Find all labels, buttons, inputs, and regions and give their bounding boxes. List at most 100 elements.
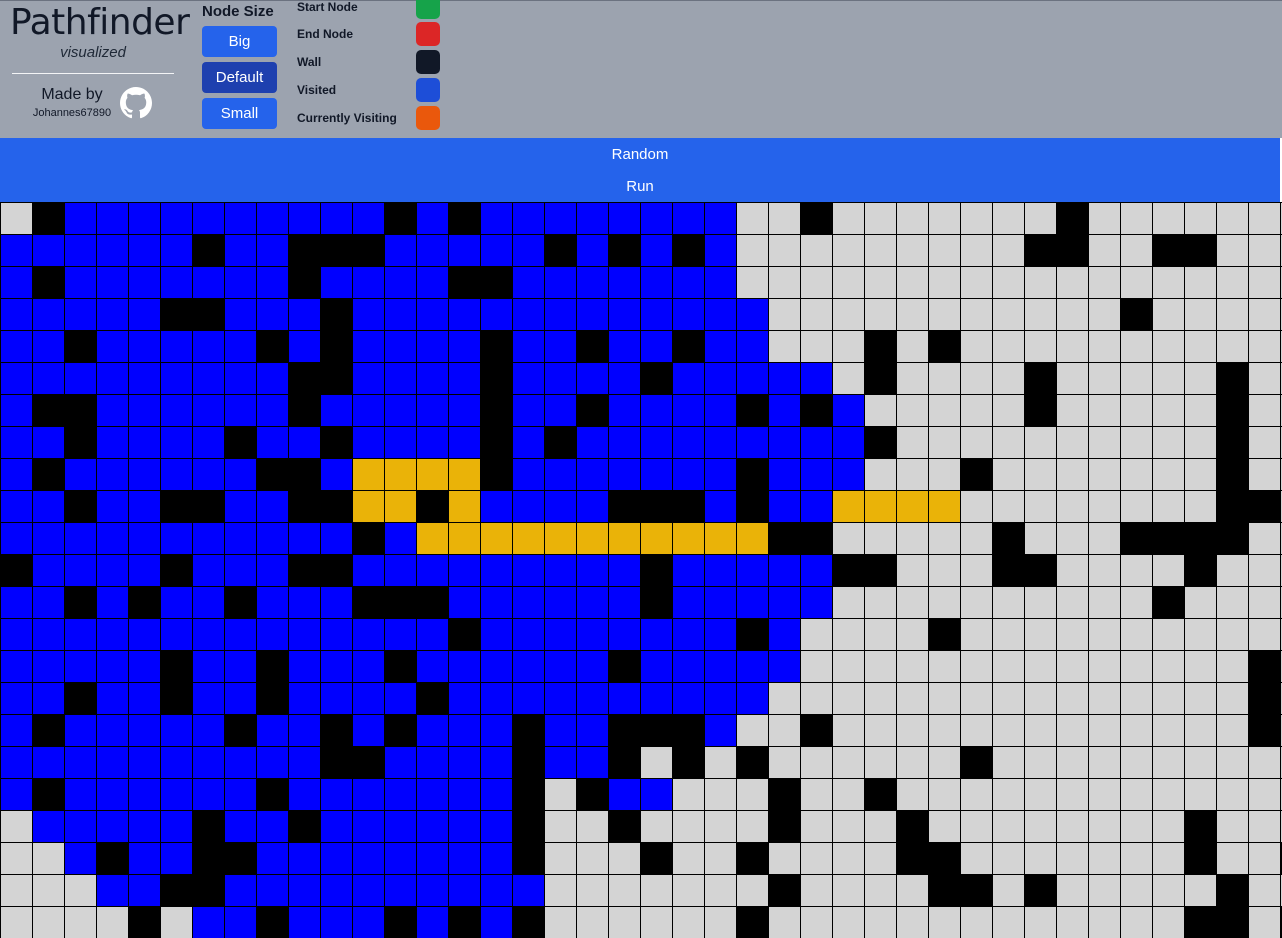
grid-cell-visited[interactable] xyxy=(449,651,480,682)
random-button[interactable]: Random xyxy=(0,138,1280,170)
grid-cell-wall[interactable] xyxy=(481,395,512,426)
grid-cell-empty[interactable] xyxy=(1025,299,1056,330)
grid-cell-empty[interactable] xyxy=(929,715,960,746)
grid-cell-empty[interactable] xyxy=(833,587,864,618)
grid-cell-empty[interactable] xyxy=(897,651,928,682)
grid-cell-visited[interactable] xyxy=(225,299,256,330)
grid-cell-visited[interactable] xyxy=(769,491,800,522)
grid-cell-wall[interactable] xyxy=(737,619,768,650)
grid-cell-visited[interactable] xyxy=(545,203,576,234)
grid-cell-path[interactable] xyxy=(449,491,480,522)
grid-cell-visited[interactable] xyxy=(65,747,96,778)
grid-cell-visited[interactable] xyxy=(1,267,32,298)
grid-cell-visited[interactable] xyxy=(97,555,128,586)
grid-cell-empty[interactable] xyxy=(897,459,928,490)
grid-cell-empty[interactable] xyxy=(1121,203,1152,234)
grid-cell-visited[interactable] xyxy=(193,203,224,234)
grid-cell-empty[interactable] xyxy=(545,875,576,906)
grid-cell-visited[interactable] xyxy=(1,683,32,714)
grid-cell-empty[interactable] xyxy=(1249,619,1280,650)
grid-cell-visited[interactable] xyxy=(97,587,128,618)
grid-cell-visited[interactable] xyxy=(161,747,192,778)
grid-cell-empty[interactable] xyxy=(1089,299,1120,330)
grid-cell-wall[interactable] xyxy=(1185,811,1216,842)
grid-cell-visited[interactable] xyxy=(257,395,288,426)
grid-cell-visited[interactable] xyxy=(481,715,512,746)
grid-cell-empty[interactable] xyxy=(801,811,832,842)
grid-cell-empty[interactable] xyxy=(1025,459,1056,490)
grid-cell-visited[interactable] xyxy=(673,619,704,650)
grid-cell-visited[interactable] xyxy=(769,619,800,650)
grid-cell-empty[interactable] xyxy=(705,811,736,842)
grid-cell-wall[interactable] xyxy=(65,683,96,714)
grid-cell-empty[interactable] xyxy=(801,779,832,810)
grid-cell-wall[interactable] xyxy=(737,907,768,938)
grid-cell-wall[interactable] xyxy=(1025,555,1056,586)
grid-cell-path[interactable] xyxy=(385,459,416,490)
grid-cell-empty[interactable] xyxy=(1089,523,1120,554)
grid-cell-empty[interactable] xyxy=(609,843,640,874)
grid-cell-visited[interactable] xyxy=(225,331,256,362)
grid-cell-visited[interactable] xyxy=(449,427,480,458)
grid-cell-visited[interactable] xyxy=(33,491,64,522)
grid-cell-visited[interactable] xyxy=(321,619,352,650)
grid-cell-empty[interactable] xyxy=(865,587,896,618)
grid-cell-empty[interactable] xyxy=(1153,459,1184,490)
grid-cell-wall[interactable] xyxy=(481,363,512,394)
grid-cell-visited[interactable] xyxy=(705,651,736,682)
grid-cell-visited[interactable] xyxy=(449,811,480,842)
grid-cell-wall[interactable] xyxy=(161,491,192,522)
grid-cell-visited[interactable] xyxy=(97,331,128,362)
grid-cell-visited[interactable] xyxy=(513,395,544,426)
grid-cell-empty[interactable] xyxy=(897,267,928,298)
grid-cell-visited[interactable] xyxy=(769,363,800,394)
grid-cell-empty[interactable] xyxy=(737,811,768,842)
grid-cell-wall[interactable] xyxy=(1025,875,1056,906)
grid-cell-visited[interactable] xyxy=(641,459,672,490)
grid-cell-visited[interactable] xyxy=(289,203,320,234)
grid-cell-visited[interactable] xyxy=(641,331,672,362)
grid-cell-visited[interactable] xyxy=(417,875,448,906)
grid-cell-wall[interactable] xyxy=(257,459,288,490)
grid-cell-empty[interactable] xyxy=(673,875,704,906)
grid-cell-wall[interactable] xyxy=(257,651,288,682)
grid-cell-empty[interactable] xyxy=(1025,683,1056,714)
grid-cell-visited[interactable] xyxy=(705,395,736,426)
grid-cell-visited[interactable] xyxy=(129,331,160,362)
grid-cell-empty[interactable] xyxy=(801,267,832,298)
grid-cell-wall[interactable] xyxy=(1153,235,1184,266)
grid-cell-visited[interactable] xyxy=(353,619,384,650)
grid-cell-path[interactable] xyxy=(705,523,736,554)
grid-cell-empty[interactable] xyxy=(1249,587,1280,618)
grid-cell-visited[interactable] xyxy=(513,363,544,394)
grid-cell-empty[interactable] xyxy=(993,299,1024,330)
grid-cell-visited[interactable] xyxy=(1,651,32,682)
grid-cell-visited[interactable] xyxy=(513,619,544,650)
grid-cell-empty[interactable] xyxy=(929,427,960,458)
grid-cell-visited[interactable] xyxy=(65,235,96,266)
grid-cell-visited[interactable] xyxy=(353,203,384,234)
grid-cell-visited[interactable] xyxy=(1,779,32,810)
grid-cell-visited[interactable] xyxy=(513,459,544,490)
grid-cell-visited[interactable] xyxy=(481,491,512,522)
grid-cell-visited[interactable] xyxy=(193,907,224,938)
grid-cell-visited[interactable] xyxy=(449,555,480,586)
grid-cell-wall[interactable] xyxy=(641,843,672,874)
grid-cell-visited[interactable] xyxy=(449,683,480,714)
grid-cell-empty[interactable] xyxy=(897,395,928,426)
grid-cell-empty[interactable] xyxy=(1025,715,1056,746)
grid-cell-empty[interactable] xyxy=(1057,267,1088,298)
grid-cell-visited[interactable] xyxy=(1,523,32,554)
grid-cell-visited[interactable] xyxy=(769,459,800,490)
grid-cell-empty[interactable] xyxy=(1153,843,1184,874)
grid-cell-visited[interactable] xyxy=(321,203,352,234)
grid-cell-wall[interactable] xyxy=(193,235,224,266)
grid-cell-empty[interactable] xyxy=(1121,683,1152,714)
grid-cell-empty[interactable] xyxy=(1249,299,1280,330)
grid-cell-empty[interactable] xyxy=(993,363,1024,394)
grid-cell-visited[interactable] xyxy=(97,395,128,426)
grid-cell-empty[interactable] xyxy=(929,555,960,586)
grid-cell-empty[interactable] xyxy=(833,651,864,682)
grid-cell-visited[interactable] xyxy=(321,843,352,874)
grid-cell-empty[interactable] xyxy=(1057,491,1088,522)
